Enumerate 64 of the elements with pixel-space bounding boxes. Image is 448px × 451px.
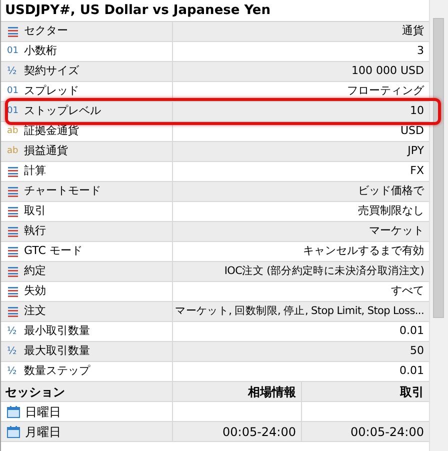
fraction-icon: ½ <box>7 66 19 76</box>
property-label: 証拠金通貨 <box>24 123 79 140</box>
property-label: チャートモード <box>24 183 101 200</box>
property-label: 契約サイズ <box>24 63 79 80</box>
property-label: 損益通貨 <box>24 143 68 160</box>
scrollbar-thumb[interactable] <box>433 18 444 318</box>
property-value: ビッド価格で <box>358 183 424 200</box>
property-label: スプレッド <box>24 83 79 100</box>
list-icon <box>7 186 19 196</box>
column-header: 相場情報 <box>248 384 296 400</box>
property-value: 通貨 <box>402 23 424 40</box>
list-icon <box>7 206 19 216</box>
property-value: 100 000 USD <box>352 63 424 80</box>
property-value: JPY <box>408 143 424 160</box>
property-value: USD <box>400 123 424 140</box>
integer-icon: 01 <box>7 87 19 96</box>
list-icon <box>7 286 19 296</box>
day-label: 月曜日 <box>25 424 61 440</box>
list-icon <box>7 246 19 256</box>
day-label: 日曜日 <box>25 404 61 420</box>
property-value: すべて <box>391 283 424 300</box>
property-value: FX <box>410 163 424 180</box>
property-label: 取引 <box>24 203 46 220</box>
property-value: 10 <box>410 103 424 120</box>
property-label: 計算 <box>24 163 46 180</box>
property-value: IOC注文 (部分約定時に未決済分取消注文) <box>224 264 424 279</box>
property-label: 数量ステップ <box>24 363 90 380</box>
column-header: 取引 <box>400 384 424 400</box>
scrollbar[interactable] <box>429 0 448 451</box>
list-icon <box>7 26 19 36</box>
calendar-icon <box>7 406 20 418</box>
list-icon <box>7 306 19 316</box>
property-label: 最大取引数量 <box>24 343 90 360</box>
property-value: フローティング <box>347 83 424 100</box>
list-icon <box>7 166 19 176</box>
property-value: マーケット, 回数制限, 停止, Stop Limit, Stop Loss... <box>175 304 424 319</box>
property-label: 小数桁 <box>24 43 57 60</box>
property-label: 失効 <box>24 283 46 300</box>
property-label: セクター <box>24 23 68 40</box>
property-label: ストップレベル <box>24 103 101 120</box>
fraction-icon: ½ <box>7 326 19 336</box>
property-value: 0.01 <box>400 323 424 340</box>
property-label: 最小取引数量 <box>24 323 90 340</box>
fraction-icon: ½ <box>7 366 19 376</box>
property-label: 約定 <box>24 263 46 280</box>
property-label: 注文 <box>24 303 46 320</box>
integer-icon: 01 <box>7 47 19 56</box>
property-value: マーケット <box>369 223 424 240</box>
property-label: GTC モード <box>24 243 82 260</box>
text-icon: ab <box>7 147 19 156</box>
column-header: セッション <box>5 384 65 400</box>
fraction-icon: ½ <box>7 346 19 356</box>
property-value: キャンセルするまで有効 <box>303 243 424 260</box>
list-icon <box>7 266 19 276</box>
property-value: 売買制限なし <box>358 203 424 220</box>
calendar-icon <box>7 426 20 438</box>
list-icon <box>7 226 19 236</box>
session-time: 00:05-24:00 <box>222 424 296 440</box>
session-time: 00:05-24:00 <box>350 424 424 440</box>
property-value: 0.01 <box>400 363 424 380</box>
property-label: 執行 <box>24 223 46 240</box>
text-icon: ab <box>7 127 19 136</box>
property-value: 3 <box>417 43 424 60</box>
property-value: 50 <box>410 343 424 360</box>
